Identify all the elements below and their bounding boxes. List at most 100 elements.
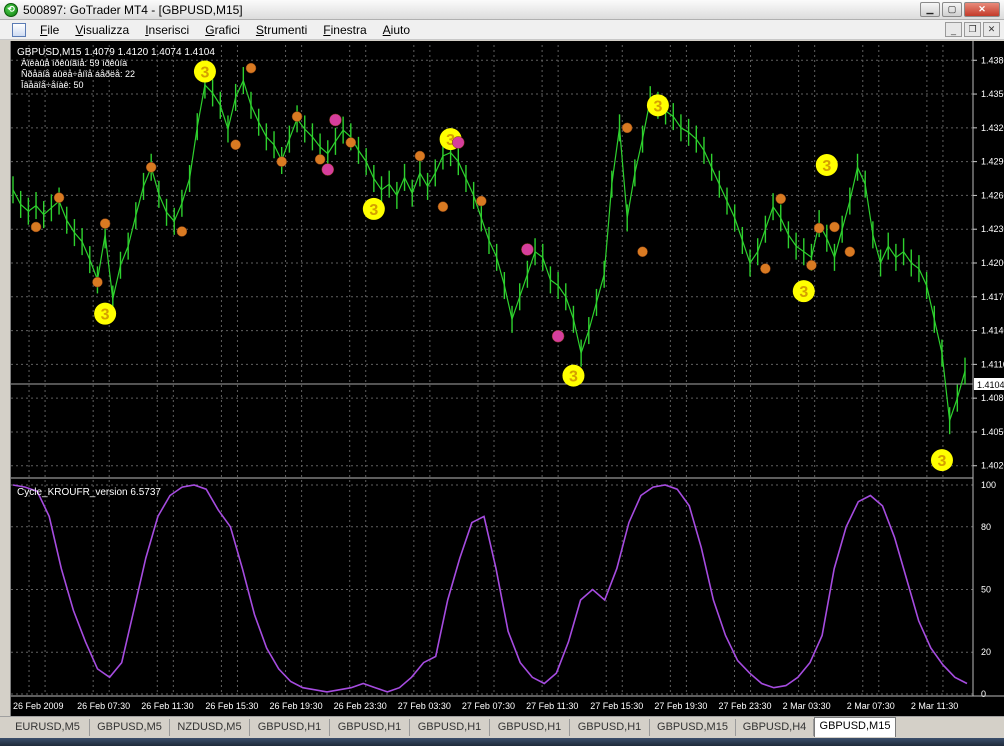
time-axis-label: 27 Feb 23:30 [718, 701, 771, 711]
menu-bar: File Visualizza Inserisci Grafici Strume… [0, 20, 1004, 40]
chart-tab[interactable]: GBPUSD,H1 [570, 719, 650, 736]
time-axis-label: 27 Feb 03:30 [398, 701, 451, 711]
chart-header: GBPUSD,M15 1.4079 1.4120 1.4074 1.4104 [17, 47, 215, 58]
orange-marker [476, 195, 487, 207]
price-axis-label: 1.4350 [981, 89, 1004, 99]
time-axis-label: 2 Mar 07:30 [847, 701, 895, 711]
magenta-marker [551, 329, 565, 343]
price-axis-label: 1.4320 [981, 123, 1004, 133]
marker-label: 3 [653, 98, 662, 115]
indicator-axis-label: 0 [981, 689, 986, 699]
cycle-marker: 3 [930, 449, 953, 472]
time-axis-label: 27 Feb 15:30 [590, 701, 643, 711]
price-axis-label: 1.4020 [981, 461, 1004, 471]
chart-tab[interactable]: GBPUSD,M5 [90, 719, 170, 736]
marker-label: 3 [200, 65, 209, 82]
chart-tab-bar: EURUSD,M5 GBPUSD,M5 NZDUSD,M5 GBPUSD,H1 GBPU… [0, 716, 1004, 738]
orange-marker [99, 218, 111, 229]
price-axis-label: 1.4380 [981, 55, 1004, 65]
orange-marker [414, 150, 426, 162]
current-price-text: 1.4104 [977, 380, 1004, 390]
mdi-restore-button[interactable]: ❐ [964, 22, 981, 37]
chart-tab[interactable]: EURUSD,M5 [6, 719, 90, 736]
menu-view[interactable]: Visualizza [67, 23, 137, 37]
price-axis-label: 1.4230 [981, 224, 1004, 234]
orange-marker [30, 221, 42, 233]
magenta-marker [329, 113, 342, 127]
price-axis-label: 1.4050 [981, 427, 1004, 437]
marker-label: 3 [101, 307, 110, 324]
document-icon[interactable] [12, 22, 26, 37]
time-axis-label: 26 Feb 2009 [13, 701, 64, 711]
orange-marker [145, 162, 157, 173]
menu-tools[interactable]: Strumenti [248, 23, 315, 37]
maximize-button[interactable]: ▢ [942, 2, 962, 17]
indicator-axis-label: 50 [981, 585, 991, 595]
indicator-axis-label: 80 [981, 522, 991, 532]
chart-canvas[interactable]: 1.4380 1.4350 1.4320 1.4290 1.4260 1.4230 1.42… [11, 41, 1004, 716]
price-axis-label: 1.4200 [981, 258, 1004, 268]
indicator-axis-label: 100 [981, 480, 996, 490]
cycle-marker: 3 [792, 280, 815, 303]
window-title: 500897: GoTrader MT4 - [GBPUSD,M15] [23, 2, 243, 17]
cycle-marker: 3 [815, 154, 838, 177]
close-button[interactable]: ✕ [964, 2, 1000, 17]
marker-label: 3 [569, 369, 578, 386]
marker-label: 3 [938, 453, 947, 470]
orange-marker [829, 221, 840, 233]
time-axis-label: 27 Feb 11:30 [526, 701, 578, 711]
orange-marker [813, 222, 825, 234]
info-line-1: Àïëàûå íðêûíãíå: 59 íðêûíà [21, 58, 127, 68]
price-axis-label: 1.4260 [981, 190, 1004, 200]
orange-marker [775, 193, 786, 205]
indicator-line [12, 484, 968, 693]
price-axis-label: 1.4140 [981, 326, 1004, 336]
time-axis-label: 27 Feb 19:30 [654, 701, 707, 711]
cycle-marker: 3 [193, 60, 216, 83]
menu-insert[interactable]: Inserisci [137, 23, 197, 37]
magenta-marker [321, 163, 335, 176]
minimize-button[interactable]: ▁ [920, 2, 940, 17]
time-axis-label: 26 Feb 23:30 [334, 701, 387, 711]
chart-tab[interactable]: GBPUSD,H1 [330, 719, 410, 736]
menu-file[interactable]: File [32, 23, 67, 37]
marker-label: 3 [822, 158, 831, 175]
indicator-name: Cycle_KROUFR_version 6.5737 [17, 487, 161, 498]
indicator-axis-label: 20 [981, 647, 991, 657]
cycle-marker: 3 [562, 364, 585, 387]
chart-tab[interactable]: GBPUSD,H1 [250, 719, 330, 736]
magenta-marker [452, 136, 465, 149]
time-axis-label: 26 Feb 15:30 [205, 701, 258, 711]
orange-marker [760, 263, 771, 274]
chart-tab[interactable]: GBPUSD,M15 [650, 719, 736, 736]
info-line-2: Ñðåäíå áûëå÷åíîå áåðëå: 22 [21, 69, 135, 79]
cycle-marker: 3 [362, 197, 385, 220]
time-axis-label: 27 Feb 07:30 [462, 701, 515, 711]
mdi-minimize-button[interactable]: _ [945, 22, 962, 37]
marker-label: 3 [369, 202, 378, 219]
menu-charts[interactable]: Grafici [197, 23, 248, 37]
chart-tab[interactable]: GBPUSD,H1 [490, 719, 570, 736]
orange-marker [230, 139, 241, 150]
marker-label: 3 [799, 284, 808, 301]
price-axis-label: 1.4290 [981, 157, 1004, 167]
time-axis-label: 26 Feb 19:30 [270, 701, 323, 711]
chart-tab[interactable]: GBPUSD,H1 [410, 719, 490, 736]
menu-help[interactable]: Aiuto [375, 23, 418, 37]
chart-tab[interactable]: GBPUSD,H4 [736, 719, 814, 736]
time-axis-label: 26 Feb 11:30 [141, 701, 193, 711]
price-axis-label: 1.4110 [981, 359, 1004, 369]
time-axis-label: 26 Feb 07:30 [77, 701, 130, 711]
app-icon: ⟲ [4, 2, 18, 17]
orange-marker [437, 201, 449, 212]
chart-window[interactable]: 1.4380 1.4350 1.4320 1.4290 1.4260 1.4230 1.42… [10, 41, 1004, 716]
mdi-close-button[interactable]: ✕ [983, 22, 1000, 37]
orange-marker [245, 62, 257, 74]
price-axis-label: 1.4170 [981, 292, 1004, 302]
chart-tab[interactable]: NZDUSD,M5 [170, 719, 250, 736]
cycle-marker: 3 [94, 302, 117, 325]
chart-tab[interactable]: GBPUSD,M15 [814, 717, 896, 737]
orange-marker [53, 192, 65, 203]
menu-window[interactable]: Finestra [315, 23, 374, 37]
time-axis-label: 2 Mar 03:30 [783, 701, 831, 711]
